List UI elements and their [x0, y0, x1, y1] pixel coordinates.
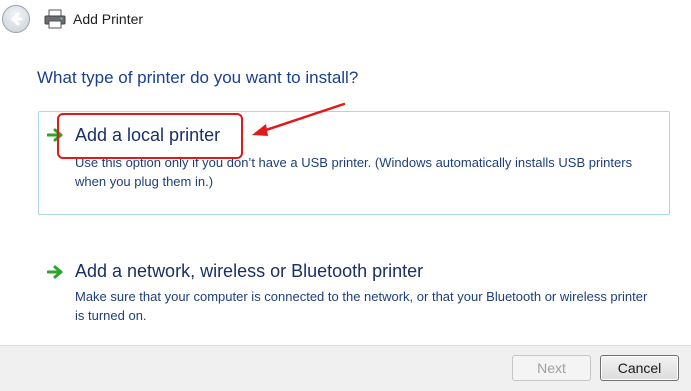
- option-network-printer-title[interactable]: Add a network, wireless or Bluetooth pri…: [75, 261, 423, 282]
- page-heading: What type of printer do you want to inst…: [37, 68, 359, 87]
- annotation-highlight-box: [57, 113, 243, 159]
- annotation-arrow-icon: [252, 102, 346, 136]
- back-button[interactable]: [2, 5, 30, 33]
- next-button[interactable]: Next: [512, 355, 591, 381]
- green-arrow-icon: [47, 265, 63, 279]
- add-printer-window: Add Printer What type of printer do you …: [0, 0, 691, 391]
- window-title: Add Printer: [73, 11, 144, 27]
- option-network-printer-description: Make sure that your computer is connecte…: [75, 289, 648, 323]
- back-arrow-icon: [11, 12, 23, 26]
- dialog-footer: Next Cancel: [0, 345, 691, 391]
- cancel-button[interactable]: Cancel: [600, 355, 679, 381]
- printer-icon: [44, 9, 66, 29]
- title-bar: Add Printer: [0, 0, 691, 40]
